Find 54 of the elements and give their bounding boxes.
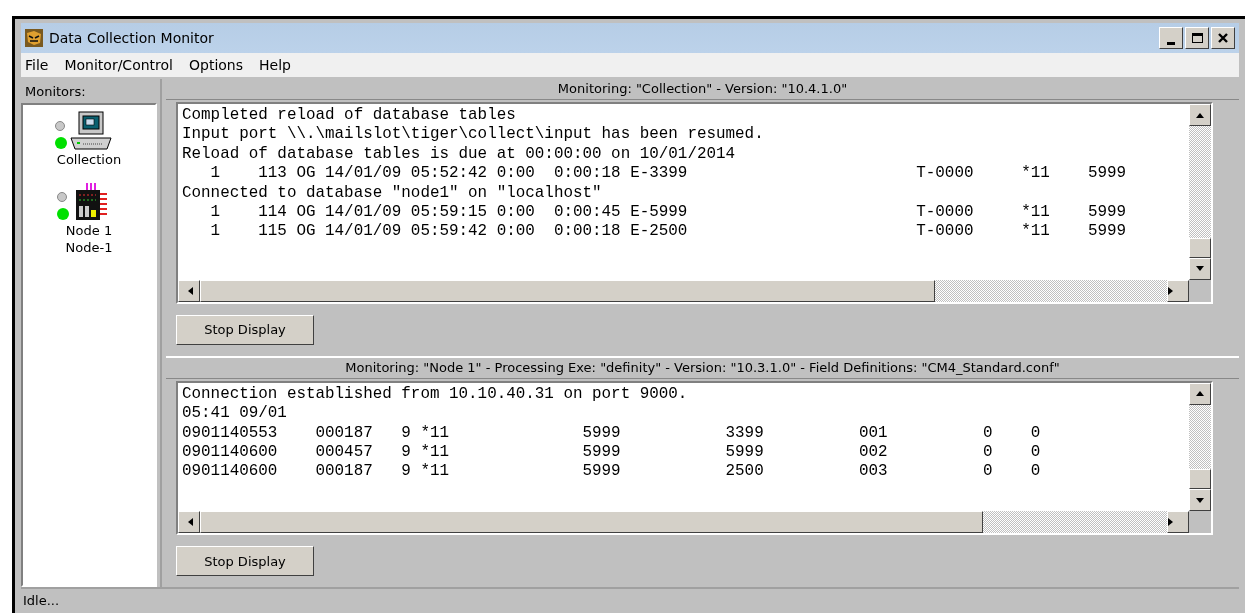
menu-item[interactable]: File xyxy=(25,57,49,73)
stop-display-button[interactable]: Stop Display xyxy=(176,314,314,345)
scroll-thumb[interactable] xyxy=(200,511,984,533)
log-line: 05:41 09/01 xyxy=(182,404,288,424)
log-line: Reload of database tables is due at 00:00:00 on 10/01/2014 xyxy=(182,144,737,165)
computer-icon xyxy=(69,111,113,151)
log-line: 1 114 OG 14/01/09 05:59:15 0:00 0:00:45 E-5999 T-0000 *11 5999 xyxy=(209,202,1128,223)
monitor-item[interactable]: Collection xyxy=(23,111,155,168)
scroll-down-button[interactable] xyxy=(1189,489,1211,511)
window-title: Data Collection Monitor xyxy=(49,30,215,46)
log-line: Connection established from 10.10.40.31 on port 9000. xyxy=(182,384,689,405)
status-light xyxy=(57,192,67,202)
scroll-up-button[interactable] xyxy=(1189,104,1211,126)
log-line: Input port \\.\mailslot\tiger\collect\input has been resumed. xyxy=(182,125,765,145)
scrollbar-corner xyxy=(1189,279,1211,302)
log-line: 0901140553 000187 9 *11 5999 3399 001 0 0 xyxy=(182,423,1042,444)
pane-header: Monitoring: "Node 1" - Processing Exe: "definity" - Version: "10.3.1.0" - Field Definitions: "CM4_Standard.conf" xyxy=(166,357,1239,379)
scroll-right-button[interactable] xyxy=(1167,511,1189,533)
scroll-thumb[interactable] xyxy=(1189,237,1211,258)
scroll-thumb[interactable] xyxy=(1189,469,1211,489)
monitors-label: Monitors: xyxy=(24,83,87,101)
monitor-name: Node-1 xyxy=(65,239,113,256)
vertical-scrollbar[interactable] xyxy=(1189,382,1211,511)
status-bar: Idle... xyxy=(21,587,1239,613)
scroll-thumb[interactable] xyxy=(200,279,935,302)
scroll-left-button[interactable] xyxy=(178,279,200,302)
menu-item[interactable]: Options xyxy=(189,57,243,73)
log-line: 1 113 OG 14/01/09 05:52:42 0:00 0:00:18 E-3399 T-0000 *11 5999 xyxy=(209,164,1128,184)
close-icon xyxy=(1217,32,1229,44)
log-line: Completed reload of database tables xyxy=(182,106,517,126)
scroll-right-button[interactable] xyxy=(1167,279,1189,302)
tiger-face-icon xyxy=(25,29,43,47)
log-line: 0901140600 000187 9 *11 5999 2500 003 0 0 xyxy=(182,462,1042,482)
monitor-item[interactable]: Node 1 Node-1 xyxy=(23,182,155,256)
log-line: 0901140600 000457 9 *11 5999 5999 002 0 0 xyxy=(182,443,1042,463)
scroll-left-button[interactable] xyxy=(178,511,200,533)
maximize-button[interactable] xyxy=(1185,27,1209,49)
scroll-up-button[interactable] xyxy=(1189,382,1211,405)
log-line: 1 115 OG 14/01/09 05:59:42 0:00 0:00:18 E-2500 T-0000 *11 5999 xyxy=(209,222,1128,242)
minimize-button[interactable] xyxy=(1159,27,1183,49)
close-button[interactable] xyxy=(1211,27,1235,49)
monitor-name: Node 1 xyxy=(65,222,113,239)
horizontal-scrollbar[interactable] xyxy=(178,279,1189,302)
scrollbar-corner xyxy=(1189,511,1211,533)
scroll-down-button[interactable] xyxy=(1189,257,1211,280)
pane-header: Monitoring: "Collection" - Version: "10.4.1.0" xyxy=(166,79,1239,100)
log-line: Connected to database "node1" on "localhost" xyxy=(182,183,603,203)
menu-item[interactable]: Monitor/Control xyxy=(64,57,173,73)
horizontal-scrollbar[interactable] xyxy=(178,511,1189,533)
menu-item[interactable]: Help xyxy=(259,57,291,73)
status-light xyxy=(55,121,65,131)
stop-display-button[interactable]: Stop Display xyxy=(176,546,314,576)
monitor-name: Collection xyxy=(56,151,122,168)
vertical-scrollbar[interactable] xyxy=(1189,104,1211,280)
